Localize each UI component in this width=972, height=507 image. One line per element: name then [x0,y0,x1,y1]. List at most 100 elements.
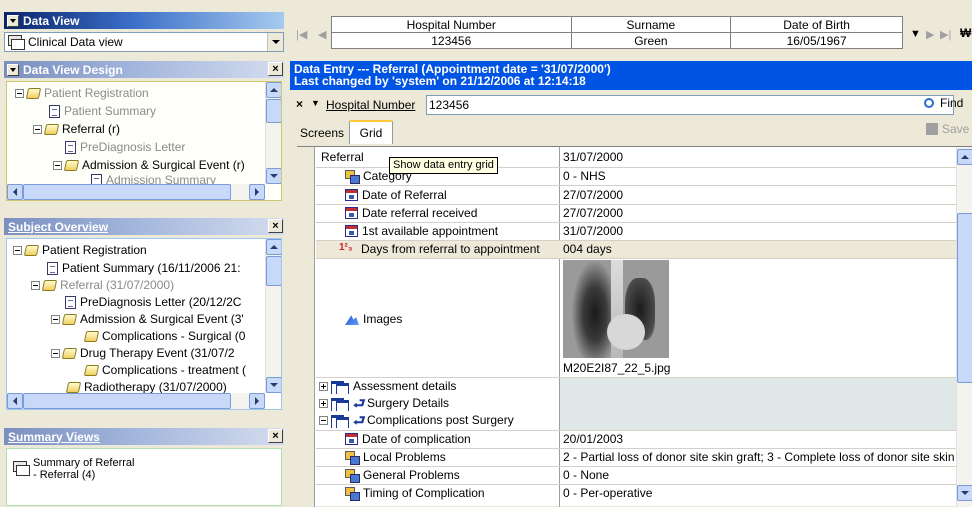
scroll-thumb[interactable] [957,213,972,383]
find-button[interactable]: Find [924,96,963,110]
collapse-icon[interactable] [13,245,22,255]
grid-row-label[interactable]: Referral [321,149,364,165]
grid-row-label[interactable]: Images [345,311,402,327]
tree-item-referral[interactable]: Referral (31/07/2000) [31,277,174,293]
prev-record-icon[interactable]: ◀ [318,28,326,41]
design-vscroll[interactable] [265,82,281,184]
scroll-down-icon[interactable] [957,485,972,501]
grid-row-label[interactable]: Date referral received [345,205,477,221]
grid-row-value[interactable]: 27/07/2000 [563,205,623,221]
folder-icon [25,87,42,99]
collapse-icon[interactable] [33,124,42,134]
scroll-right-icon[interactable] [249,184,265,200]
collapse-icon[interactable] [319,415,328,425]
hospital-number-input[interactable] [426,95,954,115]
scroll-up-icon[interactable] [266,239,281,255]
grid-row-value[interactable]: 31/07/2000 [563,149,623,165]
expand-icon[interactable] [319,381,328,391]
subject-hscroll[interactable] [7,393,265,409]
dropdown-icon[interactable]: ▼ [910,28,921,40]
design-hscroll[interactable] [7,184,265,200]
design-header: Data View Design × [4,61,284,78]
grid-row-value[interactable]: 20/01/2003 [563,431,623,447]
collapse-icon[interactable] [31,280,40,290]
document-icon [49,104,60,118]
tree-item-prediagnosis-letter[interactable]: PreDiagnosis Letter [65,139,185,155]
grid-row-label[interactable]: Date of complication [345,431,471,447]
subject-vscroll[interactable] [265,239,281,393]
grid-row-value[interactable]: 27/07/2000 [563,187,623,203]
grid-row-value[interactable]: 0 - None [563,467,609,483]
grid-vscroll[interactable] [956,147,972,507]
grid-row-label[interactable]: Timing of Complication [345,485,485,501]
dropdown-icon[interactable] [7,14,19,27]
grid-row-label[interactable]: Local Problems [345,449,446,465]
grid-row-value[interactable]: 0 - NHS [563,168,606,184]
close-icon[interactable]: × [296,97,303,111]
first-record-icon[interactable]: |◀ [296,28,307,41]
tree-item-complications-surgical[interactable]: Complications - Surgical (0 [83,328,245,344]
grid-row-label[interactable]: ⮐ Surgery Details [319,395,449,411]
scroll-down-icon[interactable] [266,168,281,184]
category-icon [345,169,360,184]
expand-icon[interactable] [319,398,328,408]
grid-row-value[interactable]: 2 - Partial loss of donor site skin graf… [563,449,955,465]
tree-item-patient-registration[interactable]: Patient Registration [15,85,149,101]
hscroll-thumb[interactable] [23,393,231,409]
last-record-icon[interactable]: ▶| [940,28,951,41]
chevron-down-icon[interactable] [267,33,283,51]
tree-item-prediagnosis-letter[interactable]: PreDiagnosis Letter (20/12/2C [65,294,241,310]
scroll-up-icon[interactable] [957,149,972,165]
scroll-left-icon[interactable] [7,184,23,200]
close-icon[interactable]: × [268,219,283,233]
grid-row-value[interactable]: 0 - Per-operative [563,485,652,501]
tab-screens[interactable]: Screens [296,123,348,143]
tab-grid[interactable]: Grid [349,120,393,144]
scroll-thumb[interactable] [266,99,281,123]
collapse-icon[interactable] [53,160,62,170]
collapse-icon[interactable] [51,348,60,358]
scroll-thumb[interactable] [266,256,281,286]
tree-item-admission-surgical[interactable]: Admission & Surgical Event (3' [51,311,244,327]
close-icon[interactable]: × [268,62,283,76]
tree-item-label: Admission & Surgical Event (3' [80,312,244,326]
image-filename: M20E2I87_22_5.jpg [563,361,671,375]
tree-item-patient-summary[interactable]: Patient Summary [49,103,156,119]
grid-row-value[interactable]: 004 days [563,241,612,257]
tree-item-drug-therapy[interactable]: Drug Therapy Event (31/07/2 [51,345,235,361]
xray-heart [607,314,645,350]
tree-item-admission-surgical[interactable]: Admission & Surgical Event (r) [53,157,245,173]
chevron-down-icon[interactable]: ▼ [311,98,320,108]
scroll-left-icon[interactable] [7,393,23,409]
next-record-icon[interactable]: ▶ [926,28,934,41]
save-button[interactable]: Save [926,122,969,136]
summary-item[interactable]: Summary of Referral - Referral (4) [13,457,134,481]
collapse-icon[interactable] [15,88,24,98]
hospital-number-value: 123456 [331,32,572,49]
collapse-icon[interactable] [51,314,60,324]
dropdown-icon[interactable] [7,63,19,76]
data-view-select[interactable]: Clinical Data view [4,32,284,52]
tree-item-patient-registration[interactable]: Patient Registration [13,242,147,258]
tree-item-referral[interactable]: Referral (r) [33,121,120,137]
grid-row-label[interactable]: 1²₃ Days from referral to appointment [339,241,540,257]
close-icon[interactable]: × [268,429,283,443]
tree-item-label: Admission & Surgical Event (r) [82,158,245,172]
folder-icon [41,279,58,291]
grid-row-value[interactable]: 31/07/2000 [563,223,623,239]
binoculars-icon[interactable]: ₩ [960,26,972,40]
grid-row-label[interactable]: 1st available appointment [345,223,498,239]
hscroll-thumb[interactable] [23,184,231,200]
grid-row-label[interactable]: Date of Referral [345,187,447,203]
xray-image-thumbnail[interactable] [563,260,669,358]
scroll-down-icon[interactable] [266,377,281,393]
scroll-right-icon[interactable] [249,393,265,409]
grid-row-label[interactable]: Assessment details [319,378,456,394]
grid-row-label[interactable]: ⮐ Complications post Surgery [319,412,514,428]
scroll-up-icon[interactable] [266,82,281,98]
tree-item-patient-summary[interactable]: Patient Summary (16/11/2006 21: [47,260,241,276]
summary-list: Summary of Referral - Referral (4) [6,448,282,506]
return-arrow-icon: ⮐ [353,395,366,411]
tree-item-complications-treatment[interactable]: Complications - treatment ( [83,362,246,378]
grid-row-label[interactable]: General Problems [345,467,460,483]
